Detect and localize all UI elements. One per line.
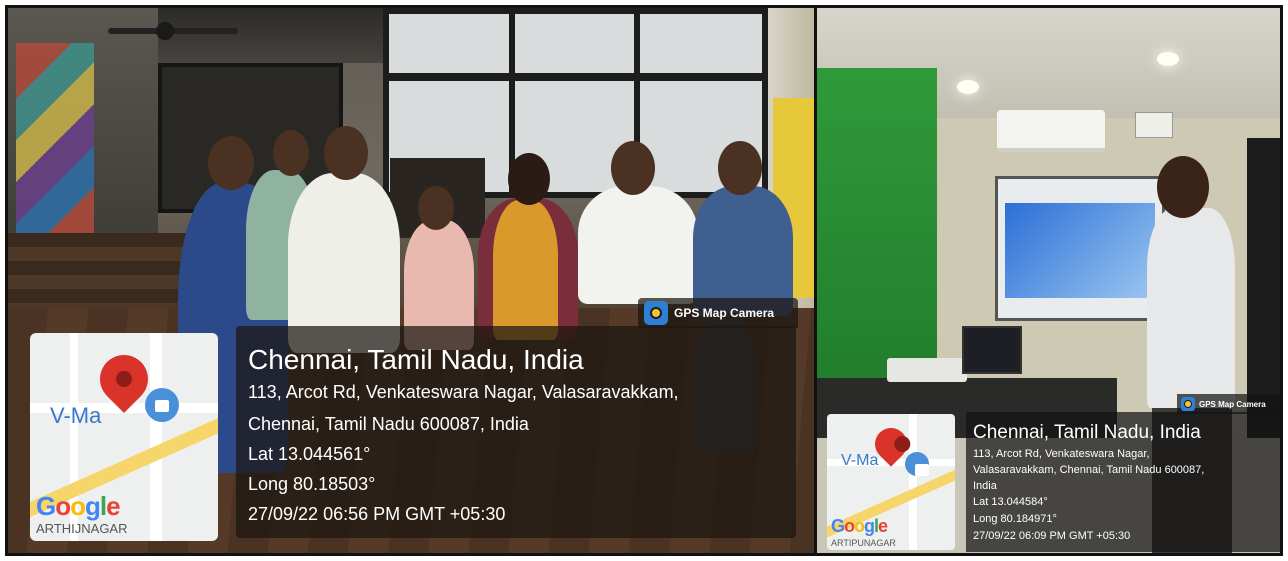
- latitude: Lat 13.044584°: [973, 496, 1048, 508]
- location-title: Chennai, Tamil Nadu, India: [248, 344, 584, 375]
- person-2-head: [273, 130, 309, 176]
- location-title: Chennai, Tamil Nadu, India: [973, 422, 1201, 443]
- latitude: Lat 13.044561°: [248, 444, 371, 464]
- ceiling-light: [957, 80, 979, 94]
- gps-map-camera-badge: GPS Map Camera: [638, 298, 798, 328]
- gps-badge-label: GPS Map Camera: [674, 306, 775, 320]
- map-road: [150, 333, 162, 541]
- timestamp: 27/09/22 06:56 PM GMT +05:30: [248, 504, 506, 524]
- longitude: Long 80.18503°: [248, 474, 376, 494]
- gps-map-camera-icon: [1181, 397, 1195, 411]
- map-place-label: V-Ma: [50, 403, 102, 428]
- air-conditioner: [997, 110, 1105, 152]
- group-photo: GPS Map Camera V-Ma Google ARTHIJNAGAR C…: [8, 8, 814, 553]
- window-frame-bar: [383, 73, 768, 81]
- person-7: [693, 186, 793, 316]
- projected-slide: [1005, 203, 1155, 298]
- person-1-head: [208, 136, 254, 190]
- google-logo: Google: [36, 491, 121, 521]
- person-4-head: [418, 186, 454, 230]
- ceiling-light: [1157, 52, 1179, 66]
- gps-badge-label: GPS Map Camera: [1199, 399, 1266, 409]
- person-6-head: [611, 141, 655, 195]
- address-line-3: India: [973, 480, 997, 492]
- google-logo: Google: [831, 516, 888, 536]
- address-line-2: Chennai, Tamil Nadu 600087, India: [248, 414, 529, 434]
- address-line-1: 113, Arcot Rd, Venkateswara Nagar, Valas…: [248, 382, 679, 402]
- map-area-label: ARTHIJNAGAR: [36, 521, 128, 536]
- presenter: [1147, 208, 1235, 408]
- person-5-head: [508, 153, 550, 205]
- presentation-photo: GPS Map Camera V-Ma Google ARTIPUNAGAR C…: [817, 8, 1280, 553]
- projector: [887, 358, 967, 382]
- gps-map-camera-badge: GPS Map Camera: [1177, 394, 1280, 414]
- map-thumbnail: V-Ma Google ARTIPUNAGAR: [827, 414, 955, 550]
- person-6: [578, 186, 698, 304]
- map-thumbnail: V-Ma Google ARTHIJNAGAR: [30, 333, 218, 541]
- gps-map-camera-icon: [644, 301, 668, 325]
- shopping-bag-icon: [905, 452, 929, 476]
- laptop: [962, 326, 1022, 374]
- mosaic-pillar: [16, 43, 94, 243]
- person-5-scarf: [493, 200, 558, 340]
- timestamp: 27/09/22 06:09 PM GMT +05:30: [973, 530, 1131, 542]
- map-road: [909, 414, 917, 550]
- wall-unit: [1135, 112, 1173, 138]
- presenter-head: [1157, 156, 1209, 218]
- photo-collage: GPS Map Camera V-Ma Google ARTHIJNAGAR C…: [5, 5, 1283, 556]
- address-line-2: Valasaravakkam, Chennai, Tamil Nadu 6000…: [973, 464, 1205, 476]
- longitude: Long 80.184971°: [973, 513, 1057, 525]
- person-7-head: [718, 141, 762, 195]
- dark-cabinet: [1247, 138, 1280, 438]
- map-place-label: V-Ma: [841, 452, 879, 469]
- person-3-head: [324, 126, 368, 180]
- address-line-1: 113, Arcot Rd, Venkateswara Nagar,: [973, 448, 1150, 460]
- shopping-bag-icon: [145, 388, 179, 422]
- map-area-label: ARTIPUNAGAR: [831, 538, 896, 548]
- ceiling-fan-hub: [156, 22, 174, 40]
